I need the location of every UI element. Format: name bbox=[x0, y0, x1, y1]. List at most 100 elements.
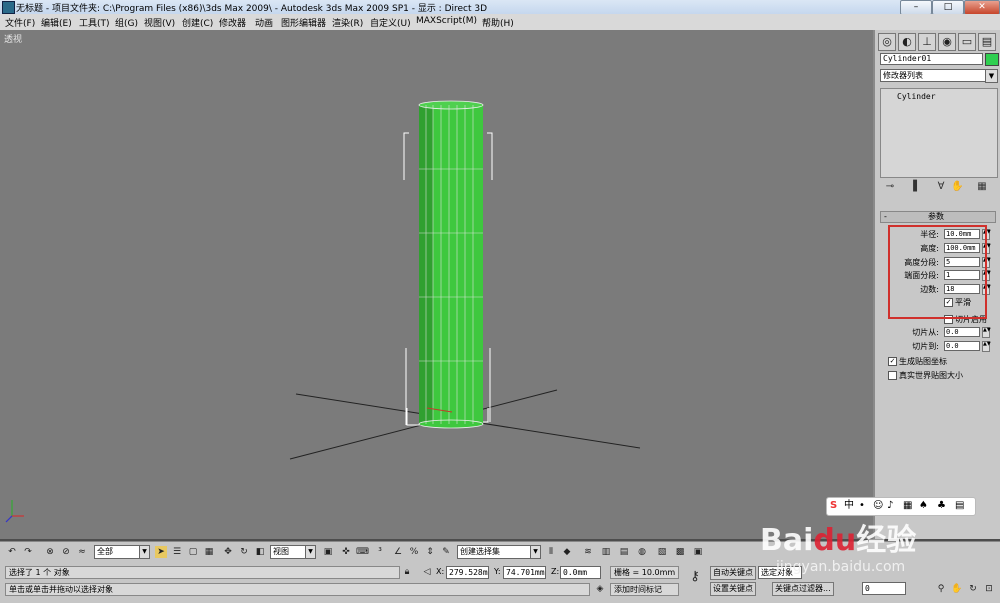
cap-segments-input[interactable]: 1 bbox=[944, 270, 980, 280]
x-coordinate-input[interactable]: 279.528mm bbox=[446, 566, 489, 579]
select-object-icon[interactable]: ➤ bbox=[155, 546, 167, 558]
viewport-scene[interactable] bbox=[0, 30, 873, 539]
show-end-result-icon[interactable]: ▌ bbox=[912, 181, 922, 193]
object-color-swatch[interactable] bbox=[985, 53, 999, 66]
menu-group[interactable]: 组(G) bbox=[115, 16, 138, 29]
mirror-icon[interactable]: ⫴ bbox=[545, 546, 557, 558]
height-input[interactable]: 100.0mm bbox=[944, 243, 980, 253]
modify-tab[interactable]: ◐ bbox=[898, 33, 916, 51]
unlink-icon[interactable]: ⊘ bbox=[60, 546, 72, 558]
gen-map-coords-checkbox[interactable]: ✓ bbox=[888, 357, 897, 366]
link-icon[interactable]: ⊗ bbox=[44, 546, 56, 558]
edit-named-sets-icon[interactable]: ✎ bbox=[440, 546, 452, 558]
keyboard-shortcut-icon[interactable]: ⌨ bbox=[356, 546, 369, 558]
cylinder-object[interactable] bbox=[418, 100, 484, 429]
height-segments-input[interactable]: 5 bbox=[944, 257, 980, 267]
maximize-viewport-icon[interactable]: ⊡ bbox=[983, 583, 995, 595]
selection-filter-dropdown[interactable]: 全部 ▼ bbox=[94, 545, 150, 559]
undo-icon[interactable]: ↶ bbox=[6, 546, 18, 558]
ime-emoji-icon[interactable]: ☺ bbox=[873, 500, 883, 512]
spinner-snap-icon[interactable]: ⇕ bbox=[424, 546, 436, 558]
pivot-center-icon[interactable]: ▣ bbox=[322, 546, 334, 558]
real-world-map-checkbox[interactable] bbox=[888, 371, 897, 380]
ime-punct-icon[interactable]: • bbox=[859, 500, 865, 512]
create-tab[interactable]: ◎ bbox=[878, 33, 896, 51]
pin-stack-icon[interactable]: ⊸ bbox=[885, 181, 895, 193]
ime-toolbar[interactable]: S 中 • ☺ ♪ ▦ ♠ ♣ ▤ bbox=[826, 497, 976, 516]
menu-modifiers[interactable]: 修改器 bbox=[219, 16, 246, 29]
modifier-stack[interactable]: Cylinder bbox=[880, 88, 998, 178]
ime-voice-icon[interactable]: ♪ bbox=[887, 500, 893, 512]
height-spinner[interactable]: ▲▼ bbox=[982, 243, 991, 254]
material-editor-icon[interactable]: ◍ bbox=[636, 546, 648, 558]
make-unique-icon[interactable]: ∀ bbox=[936, 181, 946, 193]
current-frame-input[interactable]: 0 bbox=[862, 582, 906, 595]
menu-customize[interactable]: 自定义(U) bbox=[370, 16, 411, 29]
radius-input[interactable]: 10.0mm bbox=[944, 229, 980, 239]
minimize-button[interactable]: – bbox=[900, 0, 932, 15]
angle-snap-icon[interactable]: ∠ bbox=[392, 546, 404, 558]
bind-spacewarp-icon[interactable]: ≈ bbox=[76, 546, 88, 558]
lock-selection-icon[interactable]: 🔒︎ bbox=[401, 566, 413, 578]
select-manipulate-icon[interactable]: ✜ bbox=[340, 546, 352, 558]
viewport-label[interactable]: 透视 bbox=[4, 32, 22, 45]
time-tag-icon[interactable]: ◈ bbox=[594, 583, 606, 595]
auto-key-button[interactable]: 自动关键点 bbox=[710, 566, 756, 580]
menu-graph-editors[interactable]: 图形编辑器 bbox=[281, 16, 326, 29]
configure-sets-icon[interactable]: ▦ bbox=[977, 181, 987, 193]
move-icon[interactable]: ✥ bbox=[222, 546, 234, 558]
zoom-icon[interactable]: ⚲ bbox=[935, 583, 947, 595]
named-selection-dropdown[interactable]: 创建选择集 ▼ bbox=[457, 545, 541, 559]
sides-input[interactable]: 18 bbox=[944, 284, 980, 294]
set-key-button[interactable]: 设置关键点 bbox=[710, 582, 756, 596]
slice-from-spinner[interactable]: ▲▼ bbox=[982, 327, 991, 338]
height-segments-spinner[interactable]: ▲▼ bbox=[982, 257, 991, 268]
schematic-view-icon[interactable]: ▤ bbox=[618, 546, 630, 558]
z-coordinate-input[interactable]: 0.0mm bbox=[560, 566, 601, 579]
curve-editor-icon[interactable]: ▥ bbox=[600, 546, 612, 558]
orbit-icon[interactable]: ↻ bbox=[967, 583, 979, 595]
menu-tools[interactable]: 工具(T) bbox=[79, 16, 110, 29]
key-mode-dropdown[interactable]: 选定对象 bbox=[758, 566, 802, 579]
menu-animation[interactable]: 动画 bbox=[255, 16, 273, 29]
object-name-field[interactable]: Cylinder01 bbox=[880, 53, 983, 65]
slice-from-input[interactable]: 0.0 bbox=[944, 327, 980, 337]
cap-segments-spinner[interactable]: ▲▼ bbox=[982, 270, 991, 281]
menu-rendering[interactable]: 渲染(R) bbox=[332, 16, 363, 29]
rendered-frame-icon[interactable]: ▩ bbox=[674, 546, 686, 558]
remove-modifier-icon[interactable]: ✋ bbox=[951, 181, 963, 193]
ime-logo-icon[interactable]: S bbox=[830, 500, 837, 512]
modifier-list-dropdown[interactable]: 修改器列表 bbox=[880, 69, 991, 82]
snaps-toggle-icon[interactable]: ³ bbox=[374, 546, 386, 558]
layer-manager-icon[interactable]: ≋ bbox=[582, 546, 594, 558]
app-icon[interactable] bbox=[2, 1, 15, 14]
ime-keyboard-icon[interactable]: ▦ bbox=[903, 500, 912, 512]
pan-hand-icon[interactable]: ✋ bbox=[951, 583, 963, 595]
absolute-mode-icon[interactable]: ◁ bbox=[421, 566, 433, 578]
align-icon[interactable]: ◆ bbox=[561, 546, 573, 558]
ime-skin-icon[interactable]: ♠ bbox=[919, 500, 928, 512]
ref-coord-dropdown[interactable]: 视图 ▼ bbox=[270, 545, 316, 559]
sides-spinner[interactable]: ▲▼ bbox=[982, 284, 991, 295]
select-by-name-icon[interactable]: ☰ bbox=[171, 546, 183, 558]
stack-item-cylinder[interactable]: Cylinder bbox=[897, 92, 936, 101]
menu-file[interactable]: 文件(F) bbox=[5, 16, 35, 29]
hierarchy-tab[interactable]: ⊥ bbox=[918, 33, 936, 51]
add-time-tag-field[interactable]: 添加时间标记 bbox=[610, 583, 679, 596]
key-icon[interactable]: ⚷ bbox=[685, 570, 705, 583]
close-button[interactable]: ✕ bbox=[964, 0, 1000, 15]
key-filters-button[interactable]: 关键点过滤器... bbox=[772, 582, 834, 596]
rect-selection-icon[interactable]: ▢ bbox=[187, 546, 199, 558]
redo-icon[interactable]: ↷ bbox=[22, 546, 34, 558]
menu-views[interactable]: 视图(V) bbox=[144, 16, 175, 29]
maximize-button[interactable]: □ bbox=[932, 0, 964, 15]
y-coordinate-input[interactable]: 74.701mm bbox=[503, 566, 546, 579]
render-setup-icon[interactable]: ▧ bbox=[656, 546, 668, 558]
display-tab[interactable]: ▭ bbox=[958, 33, 976, 51]
chevron-down-icon[interactable]: ▼ bbox=[985, 69, 998, 83]
utilities-tab[interactable]: ▤ bbox=[978, 33, 996, 51]
menu-help[interactable]: 帮助(H) bbox=[482, 16, 514, 29]
menu-maxscript[interactable]: MAXScript(M) bbox=[416, 16, 477, 26]
window-crossing-icon[interactable]: ▦ bbox=[203, 546, 215, 558]
slice-on-checkbox[interactable] bbox=[944, 315, 953, 324]
